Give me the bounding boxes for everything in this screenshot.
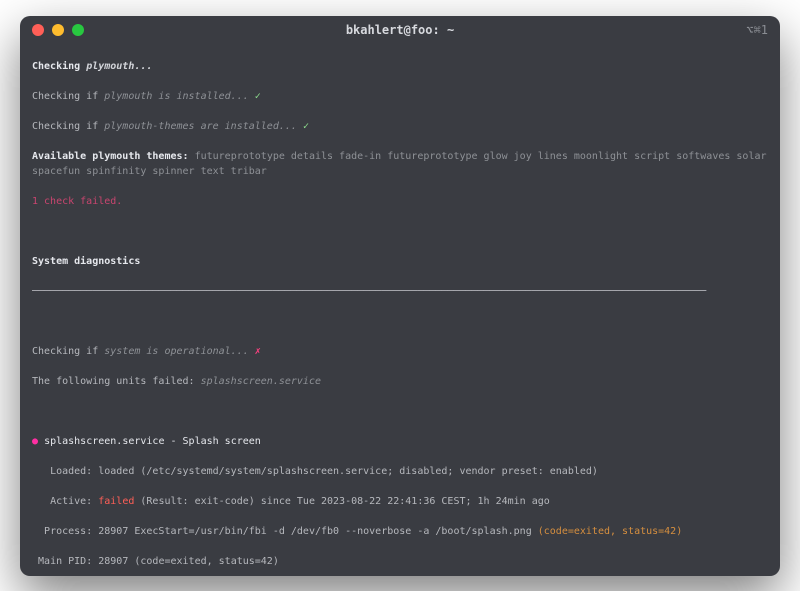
window-title: bkahlert@foo: ~ [346, 23, 454, 37]
traffic-lights [32, 24, 84, 36]
close-icon[interactable] [32, 24, 44, 36]
units-failed-value: splashscreen.service [201, 376, 321, 387]
check-icon: ✓ [303, 121, 309, 132]
terminal-window: bkahlert@foo: ~ ⌥⌘1 Checking plymouth...… [20, 16, 780, 576]
bullet-icon: ● [32, 436, 38, 447]
service-active-label: Active: [32, 496, 98, 507]
service-active-detail: (Result: exit-code) since Tue 2023-08-22… [134, 496, 549, 507]
check-subject: system is operational... [104, 346, 255, 357]
terminal-wrap: Checking plymouth... Checking if plymout… [20, 44, 780, 576]
service-active-status: failed [98, 496, 134, 507]
scrollbar[interactable] [771, 84, 777, 576]
service-loaded: Loaded: loaded (/etc/systemd/system/spla… [32, 464, 768, 479]
section-head: Checking [32, 61, 86, 72]
titlebar: bkahlert@foo: ~ ⌥⌘1 [20, 16, 780, 44]
pane-indicator: ⌥⌘1 [746, 23, 768, 37]
check-line: Checking if [32, 121, 104, 132]
service-mainpid: Main PID: 28907 (code=exited, status=42) [32, 554, 768, 569]
units-failed-label: The following units failed: [32, 376, 201, 387]
cross-icon: ✗ [255, 346, 261, 357]
maximize-icon[interactable] [72, 24, 84, 36]
section-head-sub: plymouth... [86, 61, 152, 72]
service-process-code: (code=exited, status=42) [538, 526, 683, 537]
themes-label: Available plymouth themes: [32, 151, 189, 162]
service-header: splashscreen.service - Splash screen [44, 436, 261, 447]
service-process: Process: 28907 ExecStart=/usr/bin/fbi -d… [32, 526, 538, 537]
check-icon: ✓ [255, 91, 261, 102]
check-failed: 1 check failed. [32, 194, 768, 209]
terminal-output[interactable]: Checking plymouth... Checking if plymout… [20, 44, 780, 576]
check-subject: plymouth-themes are installed... [104, 121, 303, 132]
minimize-icon[interactable] [52, 24, 64, 36]
check-line: Checking if [32, 346, 104, 357]
horizontal-rule: ────────────────────────────────────────… [32, 284, 768, 299]
diagnostics-head: System diagnostics [32, 254, 768, 269]
check-line: Checking if [32, 91, 104, 102]
check-subject: plymouth is installed... [104, 91, 255, 102]
